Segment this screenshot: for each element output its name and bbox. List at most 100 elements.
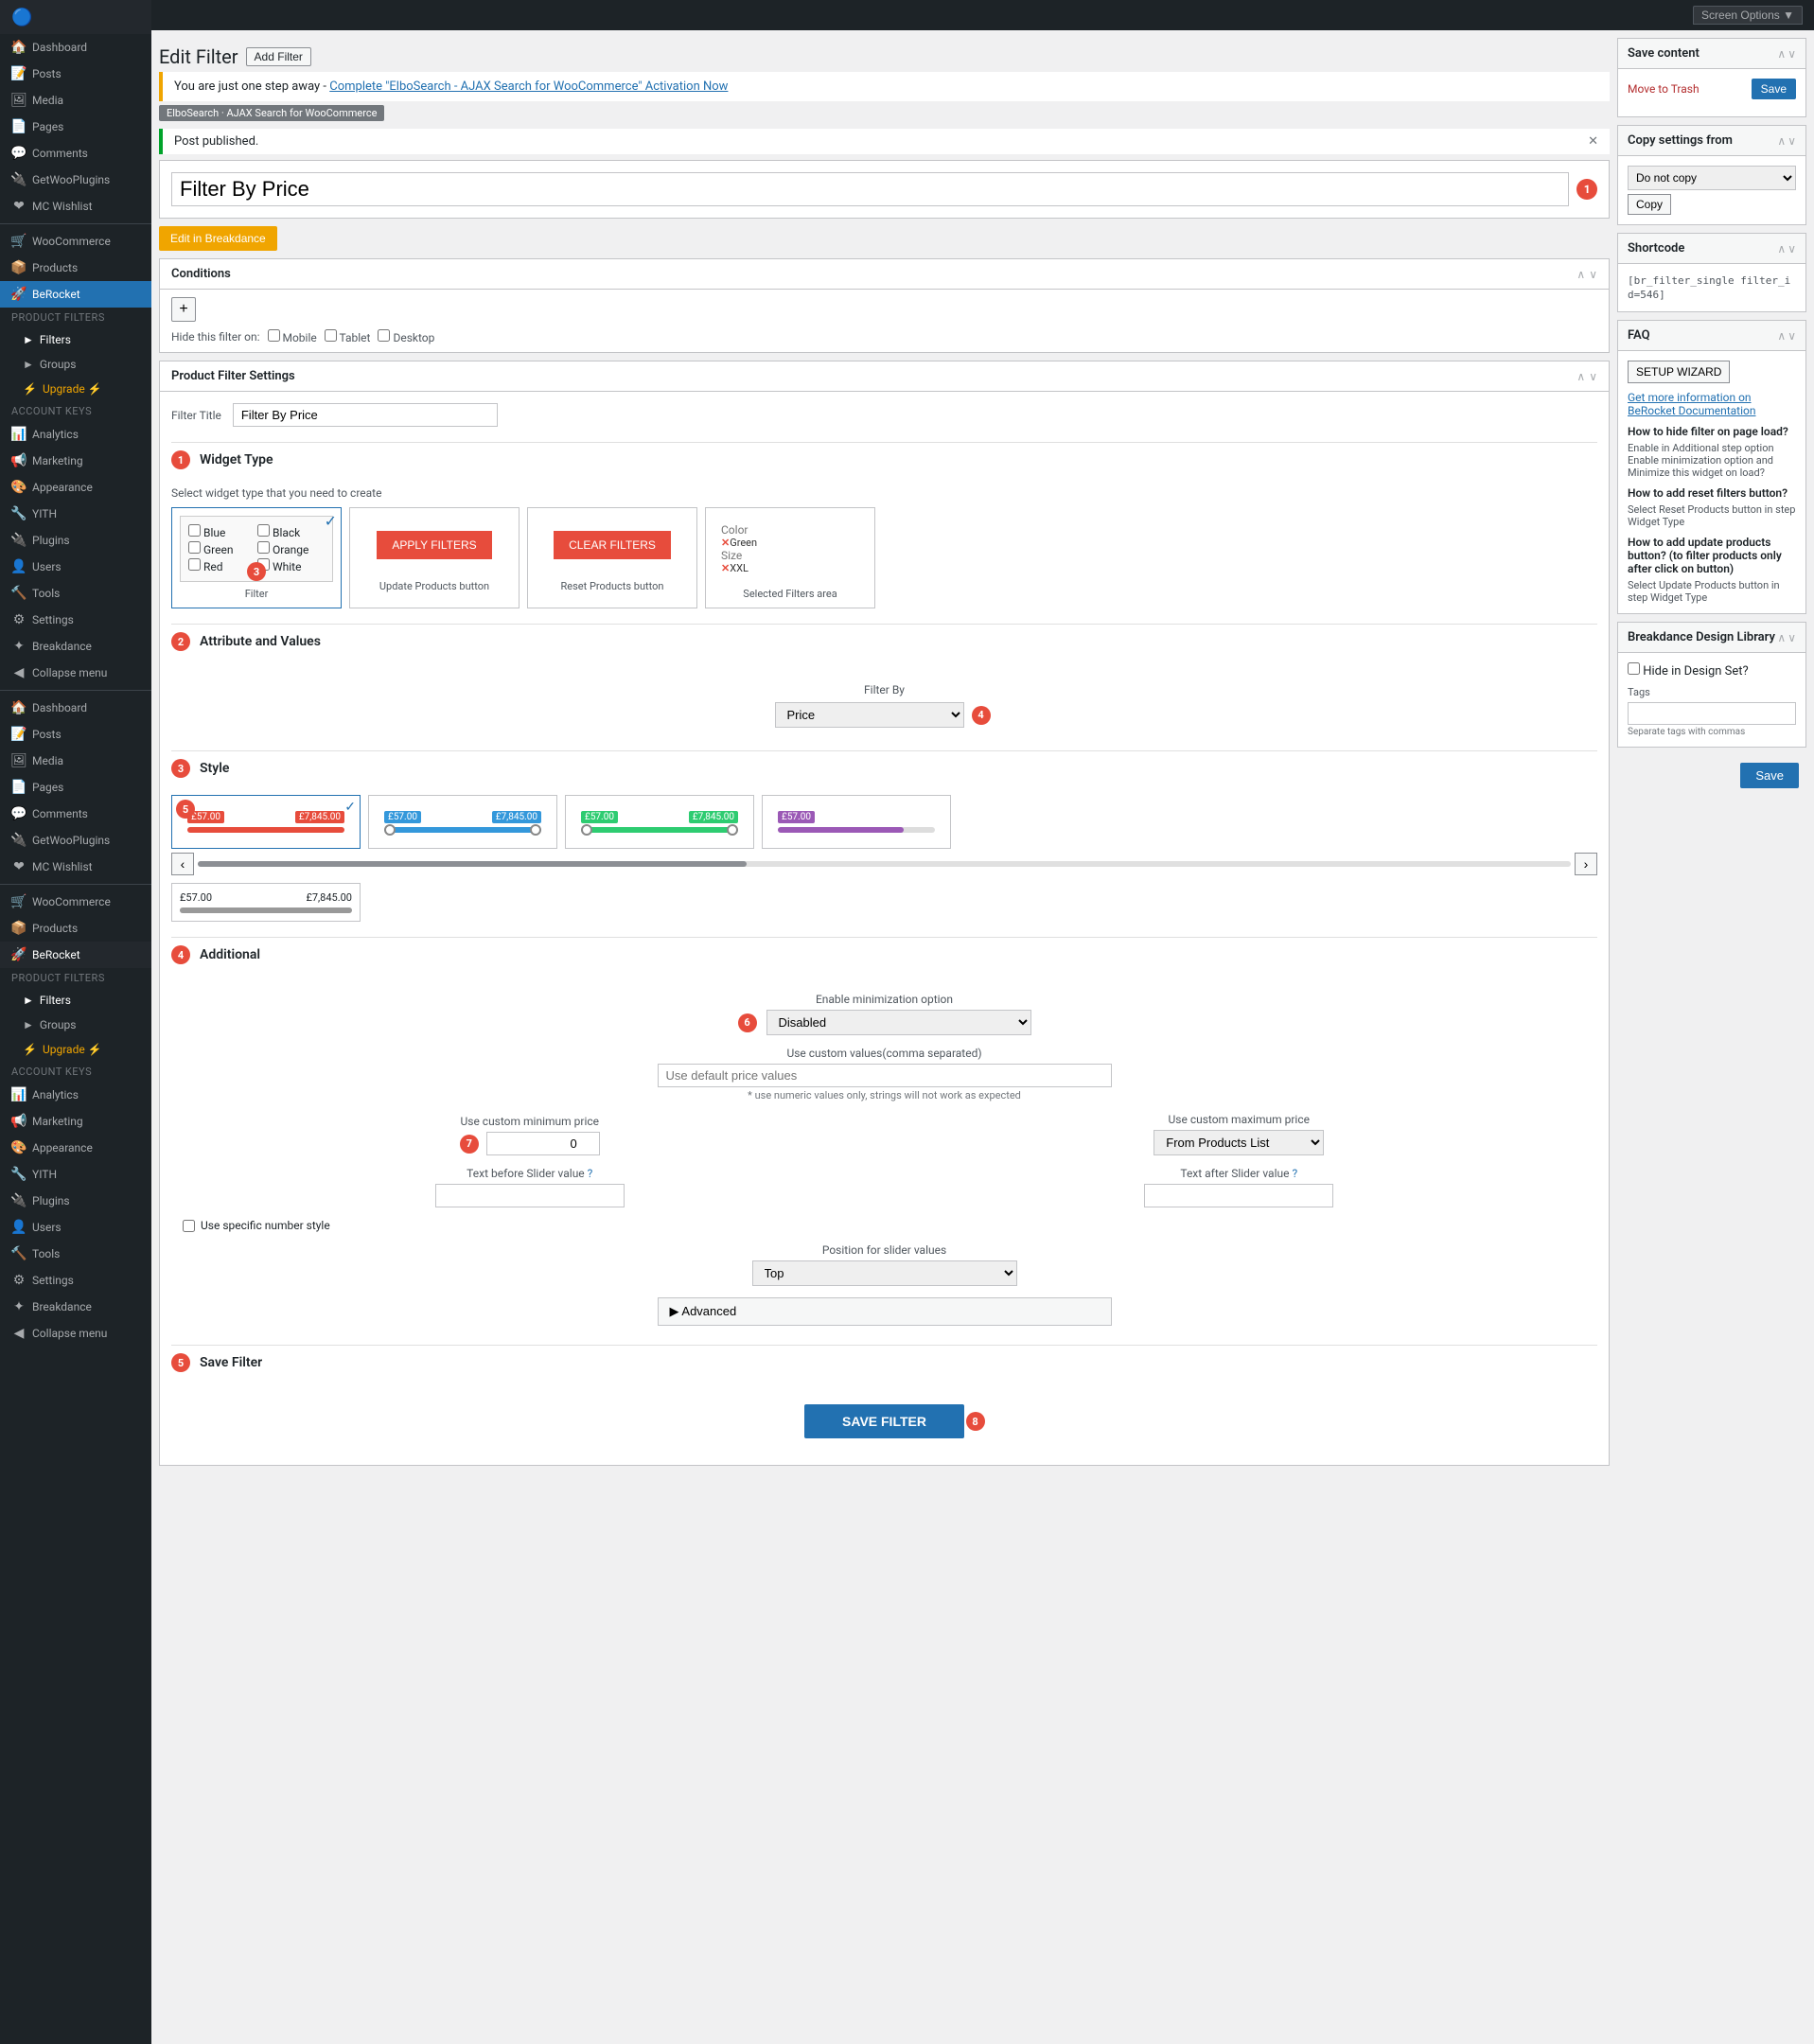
style-item-blue[interactable]: £57.00 £7,845.00	[368, 795, 557, 849]
style-item-minimal[interactable]: £57.00 £7,845.00	[171, 883, 361, 922]
sidebar-item-appearance[interactable]: 🎨 Appearance	[0, 474, 151, 501]
sidebar-item-tools[interactable]: 🔨 Tools	[0, 580, 151, 607]
text-after-input[interactable]	[1144, 1184, 1333, 1207]
sidebar-item-getwoo[interactable]: 🔌 GetWooPlugins	[0, 167, 151, 193]
widget-type-reset[interactable]: CLEAR FILTERS Reset Products button	[527, 507, 697, 608]
conditions-up-button[interactable]: ∧	[1576, 268, 1585, 281]
shortcode-down-button[interactable]: ∨	[1788, 242, 1796, 256]
sidebar-item-products[interactable]: 📦 Products	[0, 255, 151, 281]
sidebar2-item-berocket[interactable]: 🚀 BeRocket	[0, 942, 151, 968]
shortcode-up-button[interactable]: ∧	[1777, 242, 1786, 256]
sidebar-item-berocket[interactable]: 🚀 BeRocket	[0, 281, 151, 308]
screen-options-button[interactable]: Screen Options ▼	[1693, 6, 1803, 25]
design-library-down-button[interactable]: ∨	[1788, 631, 1796, 644]
faq-up-button[interactable]: ∧	[1777, 329, 1786, 343]
filter-name-input[interactable]	[171, 172, 1569, 206]
setup-wizard-button[interactable]: SETUP WIZARD	[1628, 361, 1730, 383]
sidebar-item-marketing[interactable]: 📢 Marketing	[0, 448, 151, 474]
sidebar2-item-comments[interactable]: 💬 Comments	[0, 801, 151, 827]
faq-docs-link[interactable]: Get more information on BeRocket Documen…	[1628, 391, 1796, 417]
filter-title-input[interactable]	[233, 403, 498, 427]
sidebar2-item-appearance[interactable]: 🎨 Appearance	[0, 1135, 151, 1161]
sidebar2-item-tools[interactable]: 🔨 Tools	[0, 1241, 151, 1267]
save-filter-button[interactable]: SAVE FILTER	[804, 1404, 964, 1438]
sidebar-item-upgrade[interactable]: ⚡ Upgrade ⚡	[0, 377, 151, 401]
sidebar-item-users[interactable]: 👤 Users	[0, 554, 151, 580]
sidebar-item-analytics[interactable]: 📊 Analytics	[0, 421, 151, 448]
sidebar2-item-products[interactable]: 📦 Products	[0, 915, 151, 942]
sidebar-item-mcwishlist[interactable]: ❤ MC Wishlist	[0, 193, 151, 220]
save-up-button[interactable]: ∧	[1777, 47, 1786, 61]
position-select[interactable]: Top	[752, 1260, 1017, 1286]
sidebar-item-groups[interactable]: ► Groups	[0, 352, 151, 377]
sidebar2-item-mcwishlist[interactable]: ❤ MC Wishlist	[0, 854, 151, 880]
notice-link[interactable]: Complete "ElboSearch - AJAX Search for W…	[329, 79, 728, 94]
custom-max-select[interactable]: From Products List	[1154, 1130, 1324, 1155]
sidebar2-item-groups[interactable]: ► Groups	[0, 1013, 151, 1037]
copy-select[interactable]: Do not copy	[1628, 166, 1796, 190]
widget-type-apply[interactable]: APPLY FILTERS Update Products button	[349, 507, 520, 608]
settings-up-button[interactable]: ∧	[1576, 370, 1585, 383]
faq-down-button[interactable]: ∨	[1788, 329, 1796, 343]
hide-design-checkbox[interactable]	[1628, 662, 1640, 675]
sidebar2-item-getwoo[interactable]: 🔌 GetWooPlugins	[0, 827, 151, 854]
sidebar2-item-media[interactable]: 🖼 Media	[0, 748, 151, 774]
mobile-checkbox[interactable]	[268, 329, 280, 342]
carousel-prev-button[interactable]: ‹	[171, 853, 194, 875]
sidebar2-item-filters[interactable]: ► Filters	[0, 988, 151, 1013]
sidebar-item-comments[interactable]: 💬 Comments	[0, 140, 151, 167]
sidebar2-item-upgrade[interactable]: ⚡ Upgrade ⚡	[0, 1037, 151, 1062]
conditions-down-button[interactable]: ∨	[1589, 268, 1597, 281]
sidebar-item-woocommerce[interactable]: 🛒 WooCommerce	[0, 228, 151, 255]
filter-by-select[interactable]: Price	[775, 702, 964, 728]
add-filter-button[interactable]: Add Filter	[246, 47, 311, 66]
add-condition-button[interactable]: +	[171, 297, 196, 322]
tablet-checkbox[interactable]	[325, 329, 337, 342]
settings-down-button[interactable]: ∨	[1589, 370, 1597, 383]
sidebar-item-posts[interactable]: 📝 Posts	[0, 61, 151, 87]
style-item-red[interactable]: ✓ 5 £57.00 £7,845.00	[171, 795, 361, 849]
custom-min-input[interactable]	[486, 1132, 600, 1155]
sidebar-item-filters[interactable]: ► Filters	[0, 327, 151, 352]
sidebar-item-media[interactable]: 🖼 Media	[0, 87, 151, 114]
move-to-trash-link[interactable]: Move to Trash	[1628, 82, 1700, 96]
tablet-checkbox-label[interactable]: Tablet	[325, 329, 371, 344]
sidebar2-item-dashboard[interactable]: 🏠 Dashboard	[0, 695, 151, 721]
style-item-green[interactable]: £57.00 £7,845.00	[565, 795, 754, 849]
sidebar-item-dashboard[interactable]: 🏠 Dashboard	[0, 34, 151, 61]
specific-style-checkbox[interactable]	[183, 1220, 195, 1232]
minimization-select[interactable]: Disabled	[766, 1010, 1031, 1035]
sidebar-item-pages[interactable]: 📄 Pages	[0, 114, 151, 140]
edit-breakdance-button[interactable]: Edit in Breakdance	[159, 226, 277, 251]
custom-values-input[interactable]	[658, 1064, 1112, 1087]
carousel-next-button[interactable]: ›	[1575, 853, 1597, 875]
copy-down-button[interactable]: ∨	[1788, 134, 1796, 148]
sidebar2-item-plugins[interactable]: 🔌 Plugins	[0, 1188, 151, 1214]
sidebar2-item-settings[interactable]: ⚙ Settings	[0, 1267, 151, 1294]
copy-button[interactable]: Copy	[1628, 194, 1671, 215]
sidebar2-item-collapse[interactable]: ◀ Collapse menu	[0, 1320, 151, 1347]
desktop-checkbox-label[interactable]: Desktop	[378, 329, 434, 344]
sidebar-item-yith[interactable]: 🔧 YITH	[0, 501, 151, 527]
widget-type-filter[interactable]: ✓ Blue Black Green Orange Red White	[171, 507, 342, 608]
design-library-up-button[interactable]: ∧	[1777, 631, 1786, 644]
sidebar-item-plugins[interactable]: 🔌 Plugins	[0, 527, 151, 554]
save-down-button[interactable]: ∨	[1788, 47, 1796, 61]
sidebar2-item-pages[interactable]: 📄 Pages	[0, 774, 151, 801]
sidebar-item-breakdance[interactable]: ✦ Breakdance	[0, 633, 151, 660]
sidebar2-item-marketing[interactable]: 📢 Marketing	[0, 1108, 151, 1135]
sidebar2-item-users[interactable]: 👤 Users	[0, 1214, 151, 1241]
sidebar2-item-posts[interactable]: 📝 Posts	[0, 721, 151, 748]
copy-up-button[interactable]: ∧	[1777, 134, 1786, 148]
advanced-toggle-button[interactable]: ▶ Advanced	[658, 1297, 1112, 1326]
save-right-button[interactable]: Save	[1752, 79, 1796, 99]
notice-close-icon[interactable]: ✕	[1588, 134, 1598, 149]
save-bottom-button[interactable]: Save	[1740, 763, 1799, 788]
tags-input[interactable]	[1628, 702, 1796, 725]
sidebar2-item-yith[interactable]: 🔧 YITH	[0, 1161, 151, 1188]
hide-design-label[interactable]: Hide in Design Set?	[1628, 664, 1749, 678]
sidebar-item-collapse[interactable]: ◀ Collapse menu	[0, 660, 151, 686]
desktop-checkbox[interactable]	[378, 329, 390, 342]
style-item-purple[interactable]: £57.00	[762, 795, 951, 849]
sidebar2-item-breakdance[interactable]: ✦ Breakdance	[0, 1294, 151, 1320]
